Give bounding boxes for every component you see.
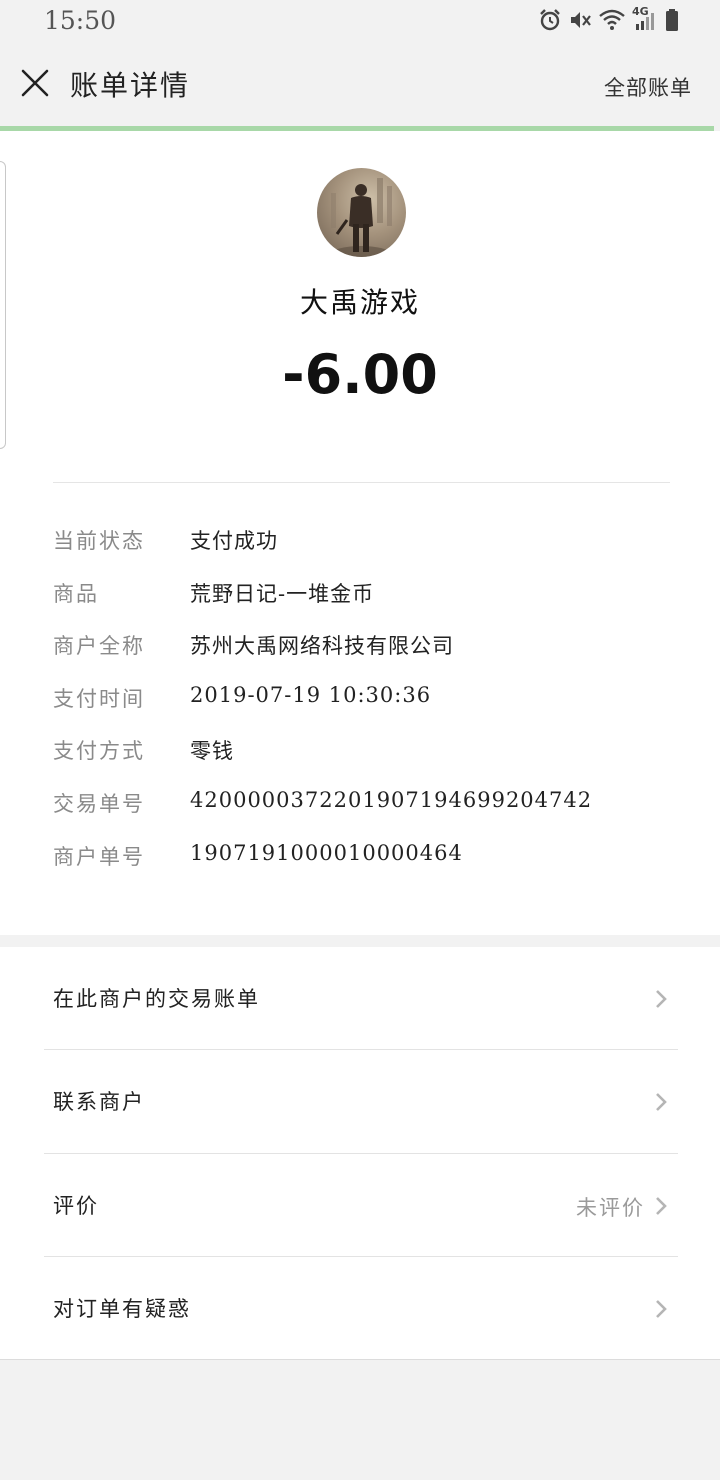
warrior-silhouette-icon bbox=[331, 178, 392, 257]
detail-row-merchant-order-id: 商户单号 1907191000010000464 bbox=[53, 833, 693, 886]
menu-contact-merchant[interactable]: 联系商户 bbox=[0, 1050, 720, 1154]
transaction-details: 当前状态 支付成功 商品 荒野日记-一堆金币 商户全称 苏州大禹网络科技有限公司… bbox=[53, 517, 693, 885]
status-time: 15:50 bbox=[44, 6, 117, 35]
detail-value: 支付成功 bbox=[190, 529, 278, 553]
detail-label: 当前状态 bbox=[53, 529, 145, 553]
menu-order-question[interactable]: 对订单有疑惑 bbox=[0, 1257, 720, 1360]
chevron-right-icon bbox=[656, 1299, 667, 1318]
signal-icon: 4G bbox=[632, 5, 658, 32]
detail-label: 商品 bbox=[53, 581, 99, 606]
status-bar: 15:50 4G bbox=[0, 0, 720, 44]
wifi-icon bbox=[599, 9, 625, 30]
bill-detail-card: 大禹游戏 -6.00 当前状态 支付成功 商品 荒野日记-一堆金币 商户全称 苏… bbox=[0, 131, 720, 935]
status-icons: 4G bbox=[538, 5, 680, 32]
detail-row-transaction-id: 交易单号 4200000372201907194699204742 bbox=[53, 780, 693, 833]
detail-row-status: 当前状态 支付成功 bbox=[53, 517, 693, 570]
detail-label: 交易单号 bbox=[53, 791, 145, 816]
detail-label: 支付方式 bbox=[53, 739, 145, 764]
nav-bar: 账单详情 全部账单 bbox=[0, 44, 720, 126]
detail-value[interactable]: 1907191000010000464 bbox=[190, 841, 463, 865]
menu-label: 评价 bbox=[53, 1193, 99, 1218]
page-title: 账单详情 bbox=[70, 69, 191, 102]
close-icon[interactable] bbox=[20, 68, 50, 98]
detail-value: 苏州大禹网络科技有限公司 bbox=[190, 634, 454, 659]
bill-detail-screen: 15:50 4G 账单详情 全部账单 大禹游戏 -6.00 当前状态 支付成功 … bbox=[0, 0, 720, 1480]
chevron-right-icon bbox=[656, 1196, 667, 1215]
divider bbox=[53, 482, 670, 483]
battery-icon bbox=[666, 9, 678, 31]
detail-row-payment-time: 支付时间 2019-07-19 10:30:36 bbox=[53, 675, 693, 728]
detail-row-payment-method: 支付方式 零钱 bbox=[53, 727, 693, 780]
action-menu: 在此商户的交易账单 联系商户 评价 未评价 对订单有疑惑 bbox=[0, 947, 720, 1360]
detail-label: 支付时间 bbox=[53, 686, 145, 711]
menu-label: 联系商户 bbox=[53, 1090, 145, 1115]
menu-label: 对订单有疑惑 bbox=[53, 1296, 191, 1321]
detail-row-merchant-fullname: 商户全称 苏州大禹网络科技有限公司 bbox=[53, 622, 693, 675]
review-status: 未评价 bbox=[576, 1195, 645, 1220]
all-bills-link[interactable]: 全部账单 bbox=[604, 72, 692, 102]
payment-amount: -6.00 bbox=[282, 343, 438, 406]
mute-icon bbox=[571, 12, 591, 28]
menu-label: 在此商户的交易账单 bbox=[53, 987, 260, 1011]
detail-label: 商户全称 bbox=[53, 634, 145, 659]
detail-label: 商户单号 bbox=[53, 844, 145, 869]
chevron-right-icon bbox=[656, 1093, 667, 1112]
detail-value[interactable]: 4200000372201907194699204742 bbox=[190, 788, 592, 812]
chevron-right-icon bbox=[656, 990, 667, 1008]
menu-merchant-bills[interactable]: 在此商户的交易账单 bbox=[0, 947, 720, 1051]
menu-review[interactable]: 评价 未评价 bbox=[0, 1154, 720, 1257]
detail-value: 荒野日记-一堆金币 bbox=[190, 581, 375, 606]
detail-value: 2019-07-19 10:30:36 bbox=[190, 682, 432, 707]
alarm-icon bbox=[540, 9, 560, 31]
merchant-name: 大禹游戏 bbox=[299, 286, 420, 319]
detail-value: 零钱 bbox=[190, 739, 234, 764]
merchant-avatar bbox=[317, 168, 406, 257]
detail-row-product: 商品 荒野日记-一堆金币 bbox=[53, 570, 693, 623]
